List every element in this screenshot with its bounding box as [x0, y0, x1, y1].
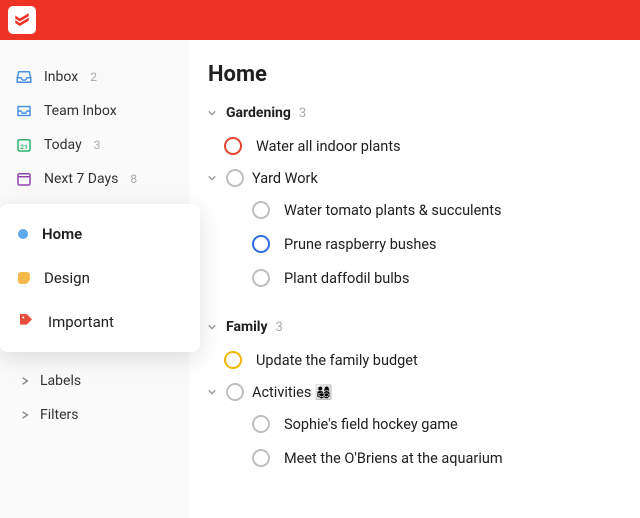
section-header[interactable]: Gardening 3	[208, 105, 640, 121]
chevron-down-icon	[208, 174, 218, 182]
inbox-icon	[14, 68, 34, 86]
project-design[interactable]: Design	[0, 256, 200, 300]
task-text: Meet the O'Briens at the aquarium	[284, 450, 503, 467]
section-count: 3	[299, 106, 306, 121]
nav-label: Team Inbox	[44, 103, 117, 119]
tag-icon	[18, 312, 34, 332]
task-checkbox[interactable]	[226, 169, 244, 187]
nav-label: Today	[44, 137, 82, 153]
task-text: Plant daffodil bulbs	[284, 270, 409, 287]
task-row[interactable]: Update the family budget	[208, 343, 640, 377]
chevron-right-icon	[20, 410, 30, 420]
task-checkbox[interactable]	[252, 201, 270, 219]
task-checkbox[interactable]	[224, 351, 242, 369]
project-label: Important	[48, 313, 114, 331]
calendar-icon	[14, 170, 34, 188]
nav-next7[interactable]: Next 7 Days 8	[0, 162, 190, 196]
nav-count: 2	[90, 70, 97, 84]
sidebar-filters[interactable]: Filters	[0, 398, 190, 432]
project-home[interactable]: Home	[0, 212, 200, 256]
chevron-down-icon	[208, 388, 218, 396]
task-text: Update the family budget	[256, 352, 418, 369]
section-count: 3	[276, 320, 283, 335]
page-title: Home	[208, 62, 640, 87]
task-text: Water all indoor plants	[256, 138, 401, 155]
nav-label: Inbox	[44, 69, 78, 85]
projects-card: Home Design Important	[0, 204, 200, 352]
task-checkbox[interactable]	[252, 449, 270, 467]
project-label: Design	[44, 269, 90, 287]
sidebar-labels[interactable]: Labels	[0, 364, 190, 398]
chevron-down-icon	[208, 109, 218, 117]
task-row[interactable]: Water all indoor plants	[208, 129, 640, 163]
task-checkbox[interactable]	[252, 269, 270, 287]
task-checkbox[interactable]	[252, 235, 270, 253]
app-logo[interactable]	[8, 6, 36, 34]
todoist-logo-icon	[13, 11, 31, 29]
project-dot-icon	[18, 229, 28, 239]
nav-inbox[interactable]: Inbox 2	[0, 60, 190, 94]
task-row[interactable]: Meet the O'Briens at the aquarium	[208, 441, 640, 475]
section-header[interactable]: Family 3	[208, 319, 640, 335]
nav-team-inbox[interactable]: Team Inbox	[0, 94, 190, 128]
nav-count: 8	[130, 172, 137, 186]
svg-text:21: 21	[20, 143, 28, 151]
nav-label: Next 7 Days	[44, 171, 118, 187]
collapse-label: Filters	[40, 407, 79, 423]
section-title: Gardening	[226, 105, 291, 121]
task-checkbox[interactable]	[224, 137, 242, 155]
task-text: Yard Work	[252, 170, 318, 187]
team-inbox-icon	[14, 102, 34, 120]
task-row[interactable]: Prune raspberry bushes	[208, 227, 640, 261]
task-row[interactable]: Sophie's field hockey game	[208, 407, 640, 441]
task-text: Prune raspberry bushes	[284, 236, 437, 253]
task-checkbox[interactable]	[252, 415, 270, 433]
sidebar: Inbox 2 Team Inbox 21 Today 3 Next 7 Day…	[0, 40, 190, 518]
topbar	[0, 0, 640, 40]
collapse-label: Labels	[40, 373, 81, 389]
task-checkbox[interactable]	[226, 383, 244, 401]
main-content: Home Gardening 3 Water all indoor plants Ya…	[190, 40, 640, 518]
section-title: Family	[226, 319, 268, 335]
project-label: Home	[42, 225, 82, 243]
task-text: Sophie's field hockey game	[284, 416, 458, 433]
today-icon: 21	[14, 136, 34, 154]
task-parent-row[interactable]: Yard Work	[208, 163, 640, 193]
project-dot-icon	[18, 272, 30, 284]
project-important[interactable]: Important	[0, 300, 200, 344]
nav-today[interactable]: 21 Today 3	[0, 128, 190, 162]
task-text: Activities 👨‍👩‍👧‍👦	[252, 384, 333, 401]
chevron-down-icon	[208, 323, 218, 331]
chevron-right-icon	[20, 376, 30, 386]
task-row[interactable]: Plant daffodil bulbs	[208, 261, 640, 295]
nav-count: 3	[94, 138, 101, 152]
task-row[interactable]: Water tomato plants & succulents	[208, 193, 640, 227]
task-text: Water tomato plants & succulents	[284, 202, 502, 219]
task-parent-row[interactable]: Activities 👨‍👩‍👧‍👦	[208, 377, 640, 407]
